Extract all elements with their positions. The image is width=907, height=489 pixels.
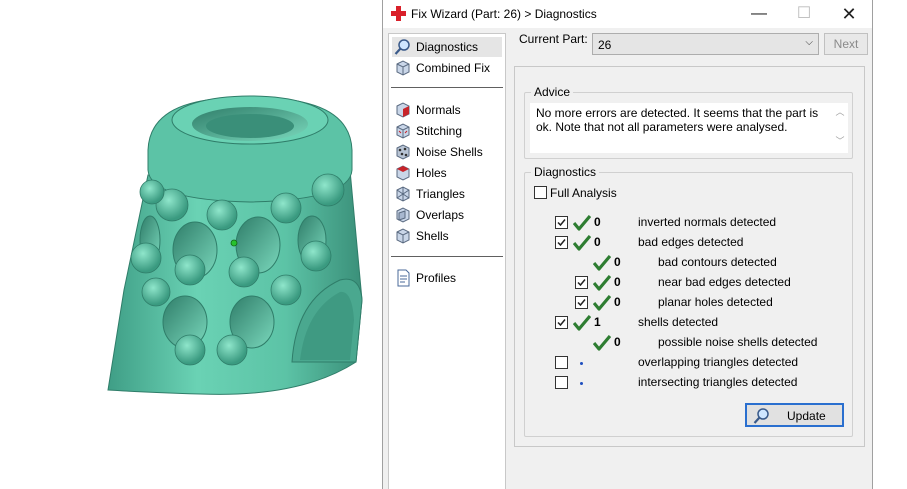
- advice-text: No more errors are detected. It seems th…: [536, 106, 819, 134]
- update-label: Update: [787, 409, 826, 423]
- green-check-icon: [593, 255, 611, 271]
- diagnostic-checkbox[interactable]: [555, 216, 568, 229]
- current-part-label: Current Part:: [519, 32, 588, 46]
- normals-cube-icon: [396, 102, 410, 118]
- diagnostic-count: 0: [614, 335, 621, 349]
- nav-separator: [391, 87, 503, 88]
- triangles-cube-icon: [396, 186, 410, 202]
- nav-item-profiles[interactable]: Profiles: [392, 268, 502, 288]
- wizard-nav: Diagnostics Combined Fix Normals Stitchi…: [388, 33, 506, 489]
- diagnostic-checkbox[interactable]: [555, 376, 568, 389]
- nav-item-shells[interactable]: Shells: [392, 226, 502, 246]
- pending-dot-icon: [580, 362, 583, 365]
- scroll-down-icon[interactable]: ﹀: [834, 134, 846, 147]
- diagnostic-count: 0: [614, 255, 621, 269]
- current-part-select[interactable]: 26 ⌵: [592, 33, 819, 55]
- advice-textbox[interactable]: No more errors are detected. It seems th…: [530, 103, 848, 153]
- diagnostic-label: possible noise shells detected: [658, 335, 818, 349]
- nav-item-triangles[interactable]: Triangles: [392, 184, 502, 204]
- diagnostic-checkbox[interactable]: [555, 316, 568, 329]
- part-model: [107, 95, 363, 395]
- nav-item-normals[interactable]: Normals: [392, 100, 502, 120]
- diagnostic-label: inverted normals detected: [638, 215, 777, 229]
- chevron-down-icon: ⌵: [805, 37, 813, 48]
- holes-cube-icon: [396, 165, 410, 181]
- diagnostic-checkbox[interactable]: [555, 356, 568, 369]
- noise-shells-icon: [396, 144, 410, 160]
- minimize-button[interactable]: —: [736, 0, 782, 28]
- green-check-icon: [573, 235, 591, 251]
- nav-separator: [391, 256, 503, 257]
- nav-item-diagnostics[interactable]: Diagnostics: [392, 37, 502, 57]
- nav-item-combined-fix[interactable]: Combined Fix: [392, 58, 502, 78]
- advice-scrollbar[interactable]: ︿ ﹀: [834, 105, 846, 151]
- 3d-viewport[interactable]: [0, 0, 382, 489]
- maximize-button[interactable]: ☐: [781, 0, 827, 28]
- scroll-up-icon[interactable]: ︿: [834, 105, 846, 118]
- magnifier-icon: [394, 39, 410, 55]
- window-title: Fix Wizard (Part: 26) > Diagnostics: [411, 7, 597, 21]
- pending-dot-icon: [580, 382, 583, 385]
- nav-item-holes[interactable]: Holes: [392, 163, 502, 183]
- nav-item-overlaps[interactable]: Overlaps: [392, 205, 502, 225]
- current-part-value: 26: [598, 38, 612, 52]
- magnifier-icon: [753, 408, 769, 424]
- title-bar: Fix Wizard (Part: 26) > Diagnostics — ☐ …: [383, 0, 872, 28]
- shells-cube-icon: [396, 228, 410, 244]
- diagnostic-count: 0: [594, 235, 601, 249]
- diagnostic-checkbox[interactable]: [575, 276, 588, 289]
- diagnostic-checkbox[interactable]: [575, 296, 588, 309]
- profiles-document-icon: [397, 269, 410, 287]
- full-analysis-checkbox[interactable]: [534, 186, 547, 199]
- update-button[interactable]: Update: [745, 403, 844, 427]
- nav-item-noise-shells[interactable]: Noise Shells: [392, 142, 502, 162]
- diagnostic-checkbox[interactable]: [555, 236, 568, 249]
- diagnostic-label: intersecting triangles detected: [638, 375, 798, 389]
- overlaps-cube-icon: [396, 207, 410, 223]
- green-check-icon: [593, 335, 611, 351]
- next-button[interactable]: Next: [824, 33, 868, 55]
- diagnostic-label: overlapping triangles detected: [638, 355, 799, 369]
- cube-icon: [396, 60, 410, 76]
- green-check-icon: [573, 215, 591, 231]
- nav-item-stitching[interactable]: Stitching: [392, 121, 502, 141]
- diagnostic-count: 0: [614, 295, 621, 309]
- full-analysis-label: Full Analysis: [550, 186, 617, 200]
- diagnostic-label: near bad edges detected: [658, 275, 791, 289]
- diagnostic-label: shells detected: [638, 315, 719, 329]
- diagnostic-count: 0: [594, 215, 601, 229]
- diagnostic-count: 0: [614, 275, 621, 289]
- diagnostic-label: bad edges detected: [638, 235, 744, 249]
- diagnostic-label: planar holes detected: [658, 295, 773, 309]
- green-check-icon: [573, 315, 591, 331]
- diagnostics-title: Diagnostics: [531, 165, 600, 179]
- advice-title: Advice: [531, 85, 574, 99]
- red-cross-icon: [391, 6, 406, 21]
- diagnostic-count: 1: [594, 315, 601, 329]
- green-check-icon: [593, 275, 611, 291]
- stitching-cube-icon: [396, 123, 410, 139]
- green-check-icon: [593, 295, 611, 311]
- close-button[interactable]: ✕: [826, 0, 872, 28]
- diagnostic-label: bad contours detected: [658, 255, 777, 269]
